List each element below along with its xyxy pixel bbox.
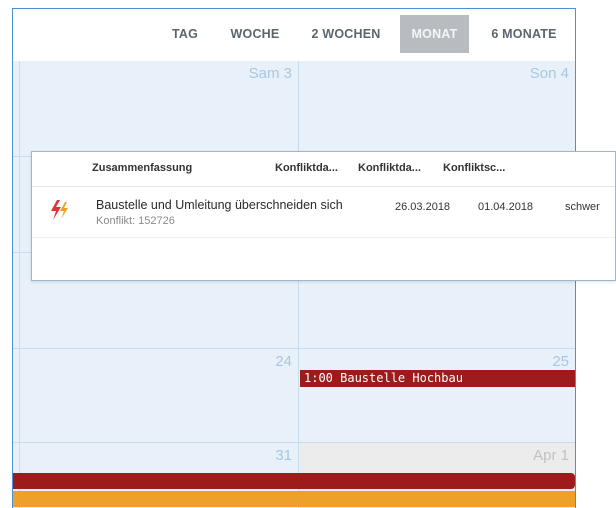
day-cell-edge[interactable] bbox=[13, 349, 20, 443]
view-6-monate-button[interactable]: 6 MONATE bbox=[481, 15, 567, 53]
conflict-title: Baustelle und Umleitung überschneiden si… bbox=[96, 198, 343, 212]
column-header-conflict-end[interactable]: Konfliktda... bbox=[358, 162, 421, 174]
conflict-start-date: 26.03.2018 bbox=[395, 201, 451, 213]
conflict-end-date: 01.04.2018 bbox=[478, 201, 534, 213]
day-cell-edge[interactable] bbox=[13, 253, 20, 349]
day-cell-sun-4[interactable]: Son 4 bbox=[299, 61, 575, 157]
day-cell-sat-3[interactable]: Sam 3 bbox=[20, 61, 299, 157]
day-number: Apr 1 bbox=[533, 447, 569, 464]
day-number: Sam 3 bbox=[248, 65, 292, 82]
view-tag-button[interactable]: TAG bbox=[163, 15, 207, 53]
conflict-row[interactable]: Baustelle und Umleitung überschneiden si… bbox=[32, 187, 615, 238]
day-cell-edge[interactable] bbox=[13, 61, 20, 157]
conflict-severity: schwer bbox=[565, 201, 600, 213]
day-number: 24 bbox=[275, 353, 292, 370]
conflict-id: Konflikt: 152726 bbox=[96, 215, 175, 227]
day-number: 25 bbox=[552, 353, 569, 370]
event-baustelle-hochbau[interactable]: 1:00 Baustelle Hochbau bbox=[300, 370, 575, 387]
event-bar-orange[interactable] bbox=[13, 491, 575, 507]
column-header-conflict-start[interactable]: Konfliktda... bbox=[275, 162, 338, 174]
event-bar-red[interactable] bbox=[13, 473, 575, 489]
day-number: Son 4 bbox=[529, 65, 569, 82]
view-toolbar: TAG WOCHE 2 WOCHEN MONAT 6 MONATE bbox=[13, 9, 575, 62]
day-cell-24[interactable]: 24 bbox=[20, 349, 299, 443]
view-2-wochen-button[interactable]: 2 WOCHEN bbox=[303, 15, 389, 53]
conflict-popup: Zusammenfassung Konfliktda... Konfliktda… bbox=[31, 151, 616, 281]
month-grid: Sam 3 Son 4 24 25 31 Apr 1 bbox=[13, 61, 575, 508]
view-woche-button[interactable]: WOCHE bbox=[225, 15, 285, 53]
conflict-lightning-icon bbox=[51, 200, 68, 220]
day-number: 31 bbox=[275, 447, 292, 464]
column-header-conflict-severity[interactable]: Konfliktsc... bbox=[443, 162, 505, 174]
day-cell-25[interactable]: 25 bbox=[299, 349, 575, 443]
view-monat-button[interactable]: MONAT bbox=[400, 15, 469, 53]
conflict-table-header: Zusammenfassung Konfliktda... Konfliktda… bbox=[32, 152, 615, 187]
column-header-summary[interactable]: Zusammenfassung bbox=[92, 162, 192, 174]
day-cell-edge[interactable] bbox=[13, 157, 20, 253]
